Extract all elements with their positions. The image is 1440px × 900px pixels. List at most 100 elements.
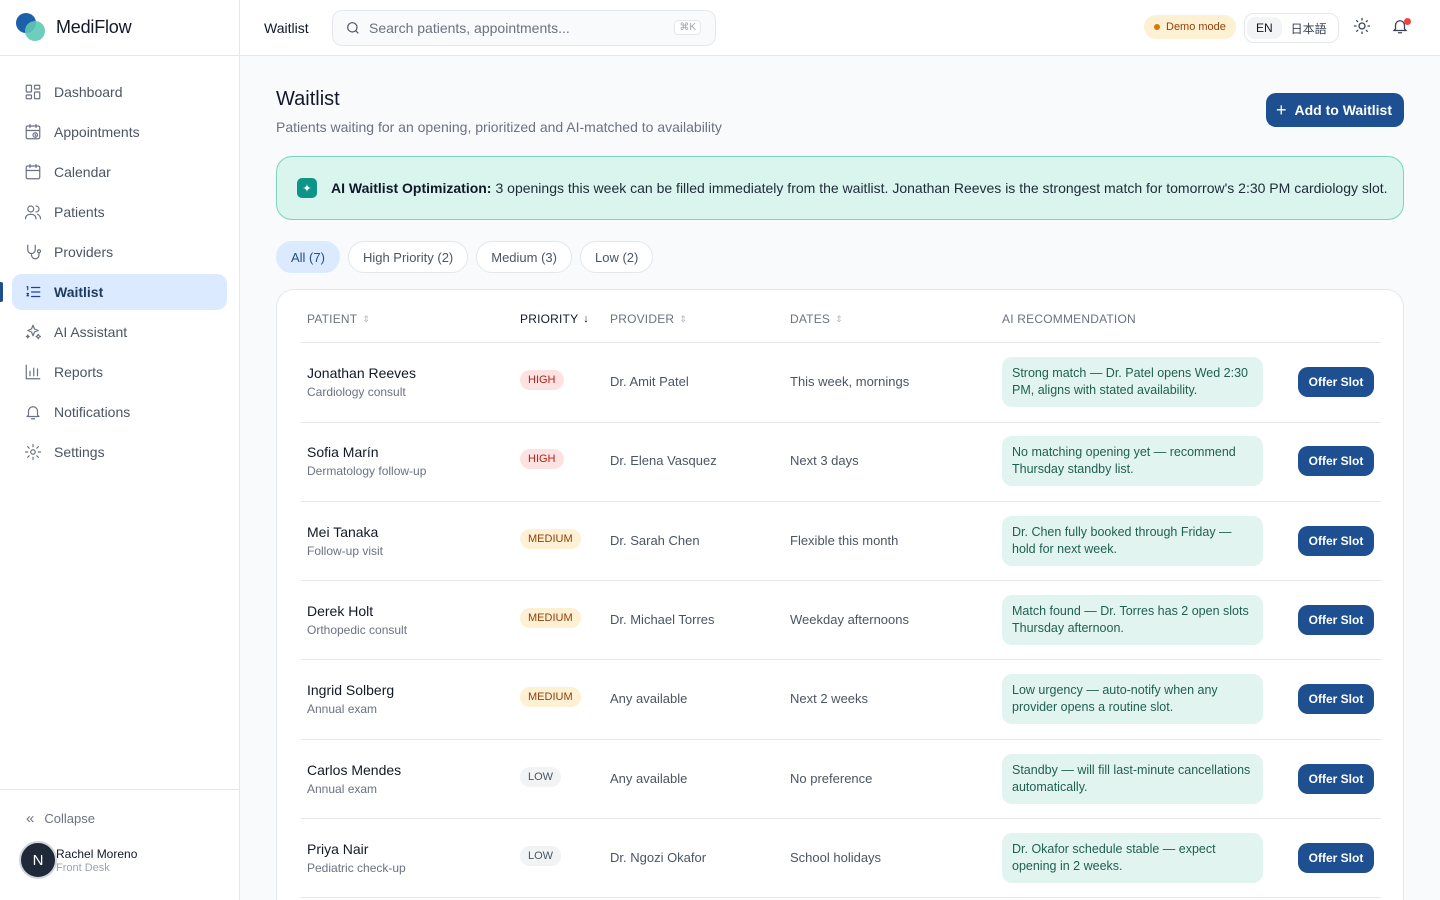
breadcrumb: Waitlist [264,19,309,36]
sparkles-icon: ✦ [297,178,317,198]
ai-recommendation: Low urgency — auto-notify when any provi… [1002,674,1263,725]
column-provider[interactable]: Provider ⇕ [610,312,687,326]
offer-slot-button[interactable]: Offer Slot [1298,525,1374,556]
column-label: AI Recommendation [1002,312,1136,326]
ai-recommendation: Standby — will fill last-minute cancella… [1002,753,1263,804]
priority-cell: MEDIUM [520,687,581,708]
add-to-waitlist-button[interactable]: + Add to Waitlist [1266,93,1404,127]
sort-icon: ⇕ [835,313,843,324]
ai-banner-title: AI Waitlist Optimization: [331,180,492,196]
collapse-button[interactable]: « Collapse [0,790,239,827]
patient-name[interactable]: Sofia Marín [307,444,426,460]
sidebar: MediFlow Dashboard Appointments Calendar… [0,0,240,900]
priority-cell: MEDIUM [520,528,581,549]
sidebar-item-ai-assistant[interactable]: AI Assistant [12,314,227,350]
sidebar-item-label: AI Assistant [54,324,128,340]
table-row: Ingrid Solberg Annual exam MEDIUM Any avail… [301,660,1381,740]
offer-slot-button[interactable]: Offer Slot [1298,446,1374,477]
sidebar-item-providers[interactable]: Providers [12,234,227,270]
search-input[interactable] [369,20,659,36]
table-row: Derek Holt Orthopedic consult MEDIUM Dr. Mi… [301,581,1381,661]
sidebar-item-label: Notifications [54,404,131,420]
status-dot-icon [1154,24,1160,30]
language-switcher: EN 日本語 [1244,13,1339,43]
patient-name[interactable]: Derek Holt [307,603,407,619]
patient-name[interactable]: Jonathan Reeves [307,365,416,381]
column-patient[interactable]: Patient ⇕ [307,312,370,326]
table-row: Mei Tanaka Follow-up visit MEDIUM Dr. Sarah… [301,502,1381,582]
sort-down-icon: ↓ [583,313,589,325]
provider-cell: Dr. Ngozi Okafor [610,849,707,865]
bar-chart-icon [25,364,41,380]
user-profile[interactable]: N Rachel Moreno Front Desk [0,827,239,879]
filter-low[interactable]: Low (2) [580,241,654,273]
sidebar-nav: Dashboard Appointments Calendar Patients… [0,56,239,470]
priority-cell: LOW [520,766,562,787]
priority-cell: LOW [520,845,562,866]
column-ai-recommendation: AI Recommendation [1002,312,1136,326]
demo-label: Demo mode [1166,21,1226,33]
sidebar-item-patients[interactable]: Patients [12,194,227,230]
offer-slot-button[interactable]: Offer Slot [1298,684,1374,715]
filter-high[interactable]: High Priority (2) [347,241,469,273]
visit-reason: Pediatric check-up [307,860,406,875]
visit-reason: Follow-up visit [307,543,384,558]
priority-cell: HIGH [520,370,564,390]
lang-ja-button[interactable]: 日本語 [1282,16,1336,41]
patient-name[interactable]: Priya Nair [307,841,406,857]
column-dates[interactable]: Dates ⇕ [790,312,843,326]
table-row: Jonathan Reeves Cardiology consult HIGH Dr.… [301,343,1381,423]
waitlist-table: Patient ⇕ Priority ↓ Provider ⇕ Dates ⇕ AI R… [276,289,1404,900]
priority-cell: HIGH [520,449,564,470]
offer-slot-button[interactable]: Offer Slot [1298,367,1374,397]
patient-name[interactable]: Mei Tanaka [307,524,383,540]
column-label: Priority [520,312,579,326]
sort-icon: ⇕ [362,313,371,324]
chevrons-left-icon: « [26,810,35,827]
table-row: Priya Nair Pediatric check-up LOW Dr. Ngozi… [301,819,1381,899]
ai-recommendation: Strong match — Dr. Patel opens Wed 2:30 … [1002,357,1263,407]
priority-badge: HIGH [520,449,564,470]
filter-all[interactable]: All (7) [276,241,340,273]
priority-badge: MEDIUM [520,607,581,628]
sidebar-item-notifications[interactable]: Notifications [12,394,227,430]
patient-name[interactable]: Carlos Mendes [307,762,401,778]
offer-slot-button[interactable]: Offer Slot [1298,604,1374,635]
visit-reason: Dermatology follow-up [307,464,427,479]
provider-cell: Dr. Amit Patel [610,374,689,389]
column-label: Provider [610,312,675,326]
theme-toggle-button[interactable] [1353,17,1375,39]
list-ordered-icon [26,286,41,298]
sidebar-item-dashboard[interactable]: Dashboard [12,74,227,110]
sidebar-item-label: Settings [54,444,105,460]
offer-slot-button[interactable]: Offer Slot [1298,842,1374,873]
visit-reason: Cardiology consult [307,385,406,399]
dates-cell: Next 2 weeks [790,691,869,707]
notifications-button[interactable] [1391,17,1413,39]
brand[interactable]: MediFlow [0,0,239,56]
sidebar-item-reports[interactable]: Reports [12,354,227,390]
filter-medium[interactable]: Medium (3) [476,241,572,273]
lang-en-button[interactable]: EN [1247,17,1282,39]
offer-slot-button[interactable]: Offer Slot [1298,763,1374,794]
column-priority[interactable]: Priority ↓ [520,312,589,326]
plus-icon: + [1276,99,1287,120]
bell-icon [26,406,40,420]
dates-cell: No preference [790,770,873,786]
calendar-icon [25,163,41,180]
search-shortcut: ⌘K [674,20,701,35]
sidebar-item-appointments[interactable]: Appointments [12,114,227,150]
ai-recommendation: Dr. Okafor schedule stable — expect open… [1002,832,1263,883]
sidebar-item-calendar[interactable]: Calendar [12,154,227,190]
search-box[interactable]: ⌘K [332,10,716,46]
sparkles-icon [25,324,42,340]
sidebar-item-label: Calendar [54,164,111,180]
sidebar-item-waitlist[interactable]: Waitlist [0,274,227,310]
search-icon [347,22,359,34]
priority-badge: LOW [520,766,562,787]
avatar: N [19,841,57,879]
patient-cell: Jonathan Reeves Cardiology consult [307,365,416,399]
patient-name[interactable]: Ingrid Solberg [307,682,394,698]
collapse-label: Collapse [44,811,95,826]
sidebar-item-settings[interactable]: Settings [12,434,227,470]
